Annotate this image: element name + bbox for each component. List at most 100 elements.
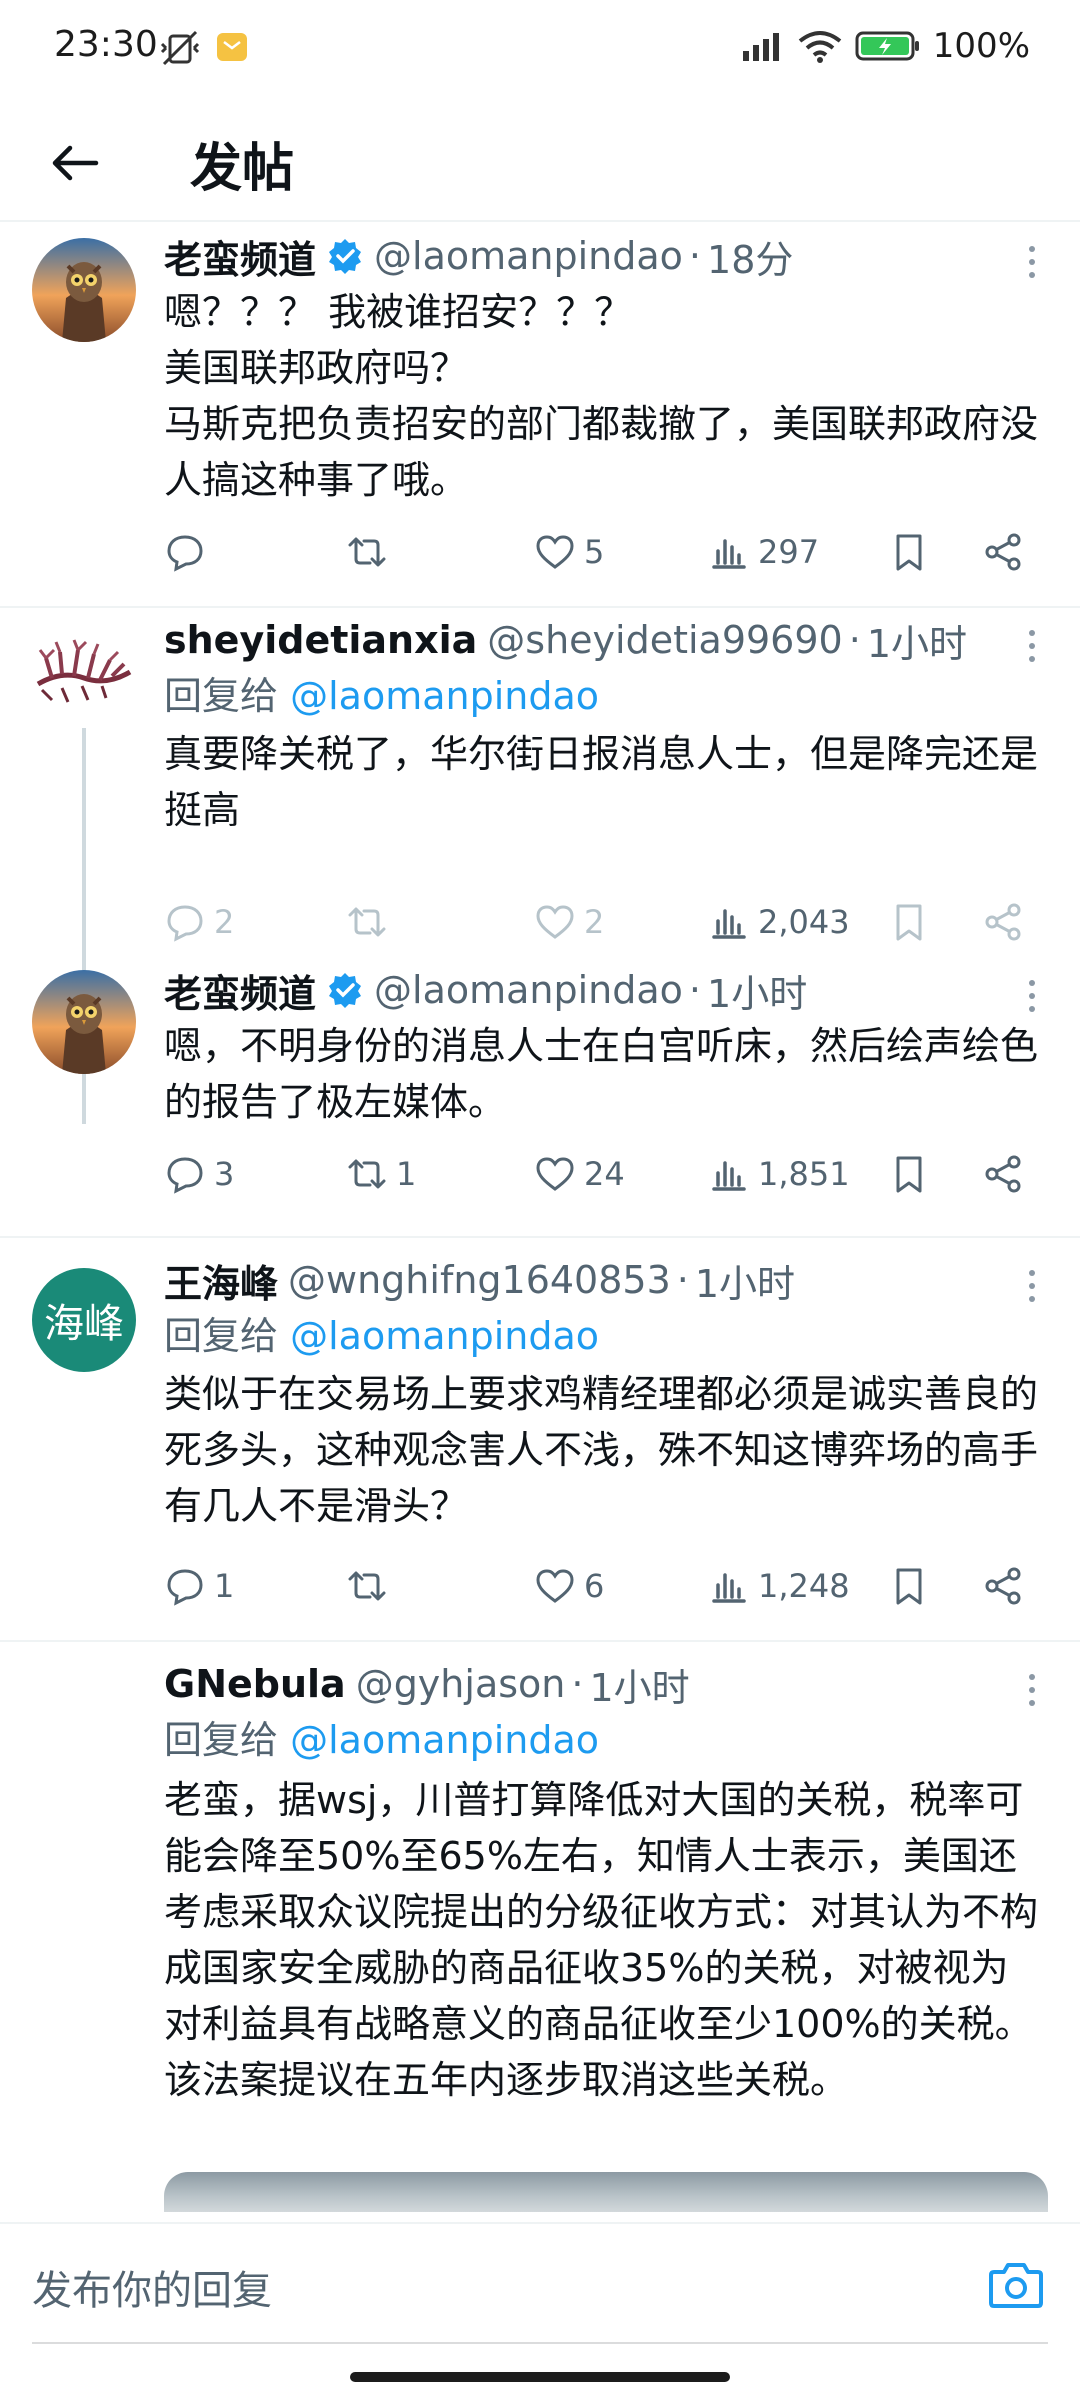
tweet-thread[interactable]: sheyidetianxia @sheyidetia99690 · 1小时 回复…	[0, 608, 1080, 1238]
author-handle[interactable]: @wnghifng1640853	[288, 1258, 671, 1302]
back-button[interactable]	[40, 128, 110, 198]
tweet-text: 嗯？？？ 我被谁招安？？？ 美国联邦政府吗？ 马斯克把负责招安的部门都裁撤了，美…	[164, 290, 1039, 502]
replying-to: 回复给 @laomanpindao	[164, 1308, 1044, 1364]
more-icon[interactable]	[1020, 976, 1044, 1016]
author-handle[interactable]: @laomanpindao	[374, 968, 683, 1012]
more-icon[interactable]	[1020, 1670, 1044, 1710]
retweet-button[interactable]	[346, 1556, 396, 1616]
tweet-body: 王海峰 @wnghifng1640853 · 1小时 回复给 @laomanpi…	[164, 1252, 1044, 1534]
owl-avatar-image	[32, 238, 136, 342]
page-title: 发帖	[190, 139, 295, 199]
view-count: 1,248	[758, 1567, 850, 1605]
reply-button[interactable]	[164, 522, 214, 582]
share-button[interactable]	[982, 1556, 1024, 1616]
separator-dot: ·	[676, 1258, 689, 1302]
share-icon	[985, 1155, 1021, 1193]
tweet-actions: 5 297	[164, 522, 1044, 582]
avatar[interactable]	[32, 970, 136, 1074]
tweet-text: 类似于在交易场上要求鸡精经理都必须是诚实善良的死多头，这种观念害人不浅，殊不知这…	[164, 1372, 1039, 1528]
reply-button[interactable]: 1	[164, 1556, 234, 1616]
separator-dot: ·	[848, 618, 861, 662]
reply-feed[interactable]: 老蛮频道 @laomanpindao · 18分 嗯？？？ 我被谁招安？？？ 美…	[0, 224, 1080, 2222]
reply-icon	[167, 1569, 203, 1606]
tweet-body: 老蛮频道 @laomanpindao · 18分 嗯？？？ 我被谁招安？？？ 美…	[164, 228, 1044, 508]
bookmark-button[interactable]	[888, 1556, 930, 1616]
camera-icon[interactable]	[988, 2258, 1044, 2310]
retweet-icon	[348, 1571, 386, 1601]
retweet-icon	[348, 1159, 386, 1189]
like-count: 24	[584, 1155, 625, 1193]
author-handle[interactable]: @laomanpindao	[374, 234, 683, 278]
home-indicator[interactable]	[350, 2372, 730, 2382]
avatar[interactable]: 海峰	[32, 1268, 136, 1372]
retweet-button[interactable]: 1	[346, 1144, 416, 1204]
reply-icon	[167, 535, 203, 572]
bookmark-button[interactable]	[888, 522, 930, 582]
reply-button[interactable]: 3	[164, 1144, 234, 1204]
author-name[interactable]: sheyidetianxia	[164, 618, 477, 662]
avatar[interactable]	[32, 238, 136, 342]
notification-icon	[217, 33, 247, 61]
like-button[interactable]: 24	[534, 1144, 625, 1204]
vibrate-mute-icon	[160, 30, 200, 66]
views-button[interactable]: 2,043	[708, 892, 850, 952]
tweet-body: GNebula @gyhjason · 1小时 回复给 @laomanpinda…	[164, 1656, 1044, 2108]
retweet-icon	[348, 907, 386, 937]
tweet[interactable]: 老蛮频道 @laomanpindao · 18分 嗯？？？ 我被谁招安？？？ 美…	[0, 224, 1080, 608]
share-icon	[985, 903, 1021, 941]
tweet[interactable]: 海峰 王海峰 @wnghifng1640853 · 1小时 回复给 @laoma…	[0, 1238, 1080, 1642]
replying-to: 回复给 @laomanpindao	[164, 668, 1044, 724]
battery-icon	[855, 31, 919, 61]
bookmark-button[interactable]	[888, 892, 930, 952]
tweet-text: 真要降关税了，华尔街日报消息人士，但是降完还是挺高	[164, 732, 1039, 832]
share-button[interactable]	[982, 892, 1024, 952]
bookmark-button[interactable]	[888, 1144, 930, 1204]
view-count: 1,851	[758, 1155, 850, 1193]
reply-prefix: 回复给	[164, 674, 279, 718]
retweet-button[interactable]	[346, 892, 396, 952]
verified-badge-icon	[329, 973, 362, 1008]
timestamp: 1小时	[589, 1665, 690, 1710]
author-handle[interactable]: @gyhjason	[356, 1662, 566, 1706]
tweet-text: 嗯，不明身份的消息人士在白宫听床，然后绘声绘色的报告了极左媒体。	[164, 1024, 1039, 1124]
share-button[interactable]	[982, 1144, 1024, 1204]
reply-mention-link[interactable]: @laomanpindao	[290, 1314, 599, 1358]
timestamp: 1小时	[866, 621, 967, 666]
separator-dot: ·	[571, 1662, 584, 1706]
timestamp: 1小时	[694, 1261, 796, 1306]
retweet-icon	[348, 537, 386, 567]
more-icon[interactable]	[1020, 626, 1044, 666]
tweet[interactable]: GNebula @gyhjason · 1小时 回复给 @laomanpinda…	[0, 1642, 1080, 2212]
views-icon	[712, 539, 746, 569]
avatar[interactable]	[32, 620, 136, 724]
author-name[interactable]: GNebula	[164, 1662, 346, 1706]
wifi-icon	[798, 31, 842, 63]
status-bar: 23:30 100%	[0, 0, 1080, 100]
like-icon	[536, 535, 574, 569]
author-name[interactable]: 老蛮频道	[164, 229, 316, 284]
more-icon[interactable]	[1020, 1266, 1044, 1306]
author-name[interactable]: 王海峰	[164, 1253, 278, 1308]
views-button[interactable]: 1,851	[708, 1144, 850, 1204]
share-button[interactable]	[982, 522, 1024, 582]
like-button[interactable]: 5	[534, 522, 604, 582]
author-handle[interactable]: @sheyidetia99690	[487, 618, 842, 662]
author-name[interactable]: 老蛮频道	[164, 963, 316, 1018]
retweet-button[interactable]	[346, 522, 396, 582]
views-button[interactable]: 297	[708, 522, 819, 582]
like-button[interactable]: 2	[534, 892, 604, 952]
reply-input[interactable]: 发布你的回复	[32, 2258, 272, 2316]
views-button[interactable]: 1,248	[708, 1556, 850, 1616]
tweet-header: 王海峰 @wnghifng1640853 · 1小时	[164, 1252, 1044, 1308]
like-button[interactable]: 6	[534, 1556, 604, 1616]
reply-count: 1	[214, 1567, 235, 1605]
like-icon	[536, 905, 574, 939]
more-icon[interactable]	[1020, 242, 1044, 282]
input-underline	[32, 2342, 1048, 2344]
tweet-media-image[interactable]	[164, 2172, 1048, 2212]
like-count: 6	[584, 1567, 605, 1605]
reply-button[interactable]: 2	[164, 892, 234, 952]
like-icon	[536, 1157, 574, 1191]
reply-mention-link[interactable]: @laomanpindao	[290, 1718, 599, 1762]
reply-mention-link[interactable]: @laomanpindao	[290, 674, 599, 718]
